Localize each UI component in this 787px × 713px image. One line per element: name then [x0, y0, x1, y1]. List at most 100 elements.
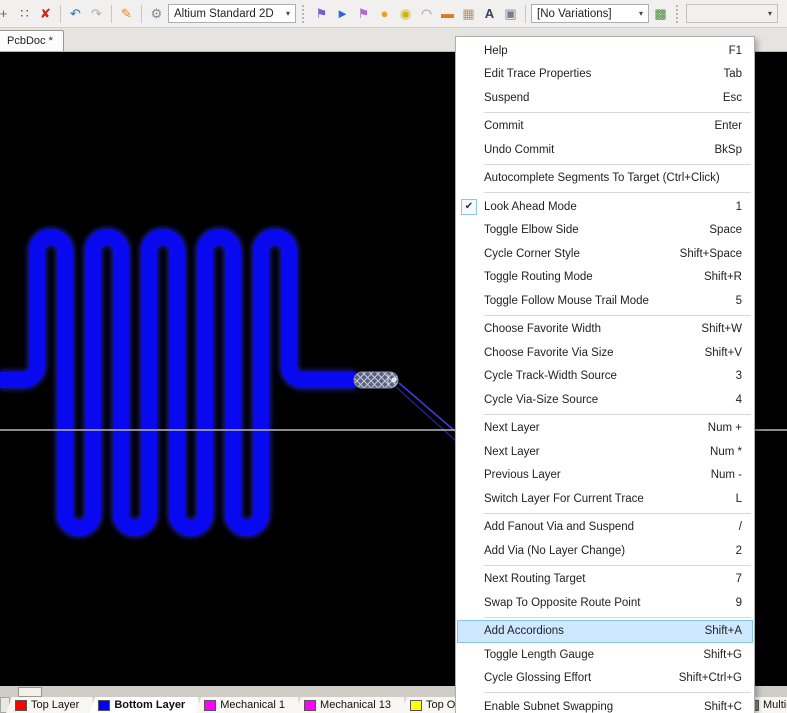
toolbar-drag-grip — [676, 5, 680, 23]
place-via-icon[interactable]: ◉ — [396, 4, 415, 24]
menu-item-shortcut: F1 — [729, 45, 742, 57]
layer-tab-label: Bottom Layer — [114, 699, 185, 711]
menu-item-shortcut: Num + — [708, 422, 742, 434]
menu-separator — [484, 164, 751, 165]
menu-item-toggle-elbow-side[interactable]: Toggle Elbow SideSpace — [456, 219, 754, 243]
menu-separator — [484, 513, 751, 514]
menu-item-enable-subnet-swapping[interactable]: Enable Subnet SwappingShift+C — [456, 695, 754, 713]
variations-combo-value: [No Variations] — [537, 8, 612, 20]
menu-item-shortcut: Tab — [723, 68, 742, 80]
menu-item-shortcut: L — [736, 493, 742, 505]
menu-item-previous-layer[interactable]: Previous LayerNum - — [456, 464, 754, 488]
menu-item-toggle-routing-mode[interactable]: Toggle Routing ModeShift+R — [456, 266, 754, 290]
menu-item-cycle-track-width-source[interactable]: Cycle Track-Width Source3 — [456, 365, 754, 389]
menu-item-label: Undo Commit — [484, 144, 703, 156]
menu-item-label: Swap To Opposite Route Point — [484, 597, 724, 609]
delete-mode-icon[interactable]: ✘ — [36, 4, 55, 24]
horizontal-scrollbar-thumb[interactable] — [18, 687, 42, 697]
menu-item-edit-trace-properties[interactable]: Edit Trace PropertiesTab — [456, 63, 754, 87]
menu-item-choose-favorite-width[interactable]: Choose Favorite WidthShift+W — [456, 318, 754, 342]
menu-separator — [484, 414, 751, 415]
variations-combo[interactable]: [No Variations] ▾ — [531, 4, 649, 23]
menu-item-shortcut: 1 — [736, 201, 742, 213]
place-string-icon[interactable]: A — [480, 4, 499, 24]
menu-item-shortcut: 9 — [736, 597, 742, 609]
view-style-combo[interactable]: Altium Standard 2D ▾ — [168, 4, 296, 23]
menu-item-add-fanout-via-and-suspend[interactable]: Add Fanout Via and Suspend/ — [456, 516, 754, 540]
menu-item-shortcut: 3 — [736, 370, 742, 382]
menu-item-shortcut: Space — [709, 224, 742, 236]
menu-item-cycle-via-size-source[interactable]: Cycle Via-Size Source4 — [456, 388, 754, 412]
menu-item-shortcut: / — [739, 521, 742, 533]
menu-item-label: Cycle Glossing Effort — [484, 672, 667, 684]
preferences-gear-icon[interactable]: ⚙ — [147, 4, 166, 24]
menu-item-add-via-no-layer-change[interactable]: Add Via (No Layer Change)2 — [456, 539, 754, 563]
menu-item-label: Switch Layer For Current Trace — [484, 493, 724, 505]
checkmark-icon: ✔ — [461, 199, 477, 215]
menu-item-switch-layer-for-current-trace[interactable]: Switch Layer For Current Trace L — [456, 487, 754, 511]
differential-route-icon[interactable]: ⚑ — [354, 4, 373, 24]
menu-item-next-layer[interactable]: Next LayerNum * — [456, 440, 754, 464]
menu-item-label: Next Layer — [484, 446, 698, 458]
layer-color-swatch — [204, 700, 216, 711]
place-pad-icon[interactable]: ● — [375, 4, 394, 24]
menu-item-next-routing-target[interactable]: Next Routing Target7 — [456, 568, 754, 592]
layer-tab-mechanical-1[interactable]: Mechanical 1 — [195, 697, 299, 713]
menu-item-label: Choose Favorite Via Size — [484, 347, 693, 359]
menu-item-label: Toggle Follow Mouse Trail Mode — [484, 295, 724, 307]
menu-item-label: Help — [484, 45, 717, 57]
menu-item-shortcut: Shift+V — [705, 347, 742, 359]
layer-tab-top-layer[interactable]: Top Layer — [6, 697, 93, 713]
menu-separator — [484, 315, 751, 316]
layer-tab-label: Top Layer — [31, 699, 79, 711]
menu-item-add-accordions[interactable]: Add Accordions Shift+A — [457, 620, 753, 644]
menu-item-next-layer[interactable]: Next LayerNum + — [456, 417, 754, 441]
menu-item-cycle-glossing-effort[interactable]: Cycle Glossing Effort Shift+Ctrl+G — [456, 667, 754, 691]
menu-item-label: Toggle Routing Mode — [484, 271, 692, 283]
menu-separator — [484, 692, 751, 693]
place-arc-icon[interactable]: ◠ — [417, 4, 436, 24]
document-tab[interactable]: PcbDoc * — [0, 30, 64, 51]
menu-item-shortcut: Shift+Space — [680, 248, 742, 260]
menu-item-shortcut: Shift+A — [705, 625, 742, 637]
menu-item-shortcut: 4 — [736, 394, 742, 406]
menu-item-autocomplete-segments-to-target-ctrl-click[interactable]: Autocomplete Segments To Target (Ctrl+Cl… — [456, 167, 754, 191]
menu-item-shortcut: Esc — [723, 92, 742, 104]
move-cursor-icon[interactable]: + — [0, 4, 13, 24]
select-track-icon[interactable]: ► — [333, 4, 352, 24]
place-fill-icon[interactable]: ▬ — [438, 4, 457, 24]
menu-item-suspend[interactable]: SuspendEsc — [456, 86, 754, 110]
layer-tab-bottom-layer[interactable]: Bottom Layer — [89, 697, 199, 713]
menu-item-label: Add Accordions — [484, 625, 693, 637]
place-component-icon[interactable]: ▣ — [501, 4, 520, 24]
variant-board-icon[interactable]: ▩ — [651, 4, 670, 24]
routing-context-menu: Help F1 Edit Trace PropertiesTabSuspendEsc… — [455, 36, 755, 713]
redo-icon[interactable]: ↷ — [87, 4, 106, 24]
toolbar-separator — [60, 5, 61, 23]
menu-item-cycle-corner-style[interactable]: Cycle Corner StyleShift+Space — [456, 242, 754, 266]
menu-item-help[interactable]: Help F1 — [456, 39, 754, 63]
menu-item-look-ahead-mode[interactable]: ✔Look Ahead Mode1 — [456, 195, 754, 219]
menu-item-toggle-length-gauge[interactable]: Toggle Length GaugeShift+G — [456, 643, 754, 667]
menu-item-commit[interactable]: CommitEnter — [456, 115, 754, 139]
menu-item-shortcut: 5 — [736, 295, 742, 307]
menu-item-undo-commit[interactable]: Undo CommitBkSp — [456, 138, 754, 162]
menu-item-label: Enable Subnet Swapping — [484, 701, 692, 713]
empty-combo[interactable]: ▾ — [686, 4, 778, 23]
layer-color-swatch — [98, 700, 110, 711]
layer-tab-label: Multi-Layer — [763, 699, 787, 711]
menu-item-choose-favorite-via-size[interactable]: Choose Favorite Via Size Shift+V — [456, 341, 754, 365]
main-toolbar: + ∷ ✘ ↶ ↷ ✎ ⚙ Altium Standard 2D ▾ ⚑ ► ⚑… — [0, 0, 787, 28]
menu-separator — [484, 112, 751, 113]
menu-item-swap-to-opposite-route-point[interactable]: Swap To Opposite Route Point 9 — [456, 591, 754, 615]
layer-color-swatch — [304, 700, 316, 711]
magic-wand-icon[interactable]: ✎ — [117, 4, 136, 24]
undo-icon[interactable]: ↶ — [66, 4, 85, 24]
menu-item-toggle-follow-mouse-trail-mode[interactable]: Toggle Follow Mouse Trail Mode 5 — [456, 289, 754, 313]
menu-item-shortcut: Shift+Ctrl+G — [679, 672, 742, 684]
pad-array-icon[interactable]: ▦ — [459, 4, 478, 24]
menu-separator — [484, 565, 751, 566]
snap-grid-icon[interactable]: ∷ — [15, 4, 34, 24]
interactive-route-icon[interactable]: ⚑ — [312, 4, 331, 24]
layer-tab-mechanical-13[interactable]: Mechanical 13 — [295, 697, 405, 713]
